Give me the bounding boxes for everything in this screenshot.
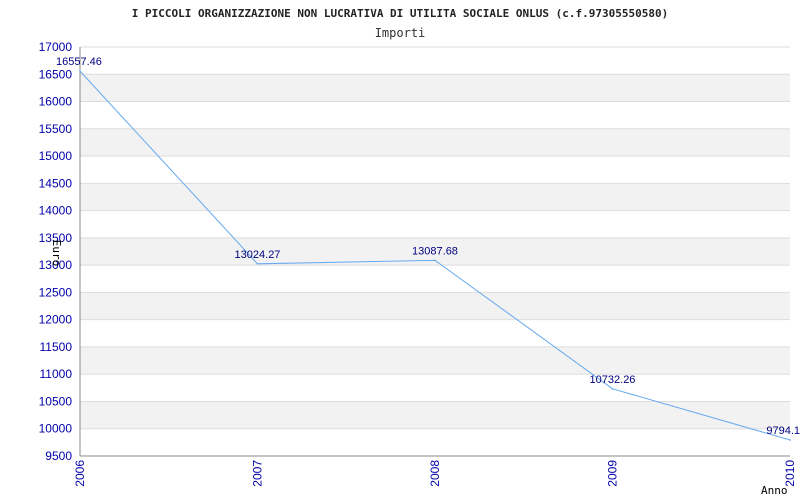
data-label: 13087.68	[412, 245, 458, 257]
x-tick-label: 2007	[251, 460, 265, 487]
x-tick-label: 2010	[783, 460, 797, 487]
data-label: 9794.1	[766, 425, 800, 437]
x-tick-label: 2008	[428, 460, 442, 487]
data-point	[434, 259, 436, 262]
x-axis-ticks: 2006 2007 2008 2009 2010	[73, 460, 797, 487]
y-tick-label: 17000	[39, 40, 73, 54]
data-label: 13024.27	[235, 249, 281, 261]
chart-subtitle: Importi	[375, 26, 426, 40]
x-axis-label: Anno	[761, 484, 788, 497]
y-tick-label: 11500	[40, 340, 73, 354]
y-tick-label: 15500	[39, 122, 73, 136]
y-tick-label: 9500	[45, 449, 72, 463]
x-tick-label: 2006	[73, 460, 87, 487]
grid-band	[80, 346, 790, 375]
y-tick-label: 16000	[39, 95, 73, 109]
chart-title: I PICCOLI ORGANIZZAZIONE NON LUCRATIVA D…	[132, 7, 668, 20]
data-point	[611, 388, 614, 390]
data-point	[79, 70, 81, 72]
y-tick-label: 16500	[39, 67, 73, 81]
y-tick-label: 10500	[39, 394, 73, 408]
y-tick-label: 10000	[39, 422, 73, 436]
y-tick-label: 14500	[39, 176, 73, 190]
y-tick-label: 15000	[39, 149, 73, 163]
grid-band	[80, 74, 790, 102]
x-tick-label: 2009	[606, 460, 620, 487]
y-tick-label: 14000	[39, 204, 73, 218]
grid-band	[80, 292, 790, 320]
y-tick-label: 12000	[39, 313, 73, 327]
data-label: 10732.26	[590, 374, 636, 386]
y-axis-label: Euro	[50, 240, 63, 267]
data-label: 16557.46	[56, 56, 102, 68]
y-tick-label: 12500	[39, 285, 73, 299]
grid-band	[80, 401, 790, 429]
data-point	[256, 263, 259, 265]
line-chart: I PICCOLI ORGANIZZAZIONE NON LUCRATIVA D…	[39, 7, 800, 497]
y-tick-label: 11000	[40, 367, 73, 381]
data-point	[789, 439, 791, 441]
grid-band	[80, 128, 790, 157]
